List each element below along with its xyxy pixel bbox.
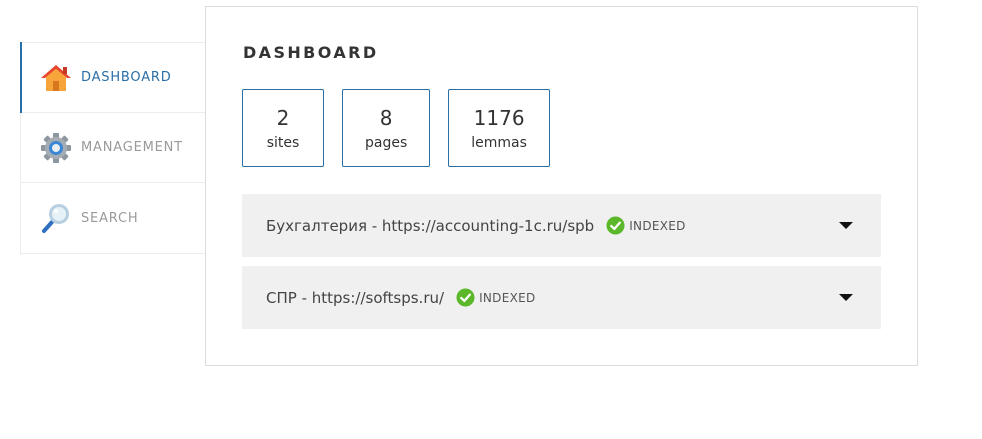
sidebar-item-label: MANAGEMENT — [81, 140, 183, 155]
sidebar-item-label: SEARCH — [81, 210, 139, 226]
check-circle-icon — [606, 216, 625, 235]
status-text: INDEXED — [479, 290, 536, 305]
stat-label: pages — [365, 135, 408, 151]
site-name: Бухгалтерия - https://accounting-1c.ru/s… — [266, 216, 595, 235]
site-row[interactable]: Бухгалтерия - https://accounting-1c.ru/s… — [242, 194, 881, 257]
gear-icon — [39, 131, 73, 165]
sidebar-item-management[interactable]: MANAGEMENT — [21, 113, 206, 183]
site-name: СПР - https://softsps.ru/ — [266, 288, 445, 307]
status-badge: INDEXED — [606, 216, 685, 235]
stat-value: 8 — [379, 106, 393, 130]
chevron-down-icon[interactable] — [839, 221, 853, 230]
home-icon — [39, 61, 73, 95]
dashboard-panel: DASHBOARD 2 sites 8 pages 1176 lemmas Бу… — [205, 6, 918, 366]
stat-value: 2 — [276, 106, 290, 130]
stat-value: 1176 — [473, 106, 525, 130]
site-row[interactable]: СПР - https://softsps.ru/ INDEXED — [242, 266, 881, 329]
stat-card-sites: 2 sites — [242, 89, 324, 167]
page-title: DASHBOARD — [243, 43, 379, 62]
sidebar-item-dashboard[interactable]: DASHBOARD — [20, 42, 206, 113]
check-circle-icon — [456, 288, 475, 307]
sidebar: DASHBOARD MANAGEMENT SEARCH — [20, 42, 206, 254]
stat-card-lemmas: 1176 lemmas — [448, 89, 550, 167]
status-badge: INDEXED — [456, 288, 535, 307]
stat-label: lemmas — [471, 135, 527, 151]
magnifier-icon — [39, 201, 73, 235]
status-text: INDEXED — [629, 218, 686, 233]
stats-row: 2 sites 8 pages 1176 lemmas — [242, 89, 550, 167]
chevron-down-icon[interactable] — [839, 293, 853, 302]
stat-label: sites — [266, 135, 300, 151]
stat-card-pages: 8 pages — [342, 89, 431, 167]
sidebar-item-label: DASHBOARD — [81, 70, 172, 85]
sidebar-item-search[interactable]: SEARCH — [21, 183, 206, 253]
